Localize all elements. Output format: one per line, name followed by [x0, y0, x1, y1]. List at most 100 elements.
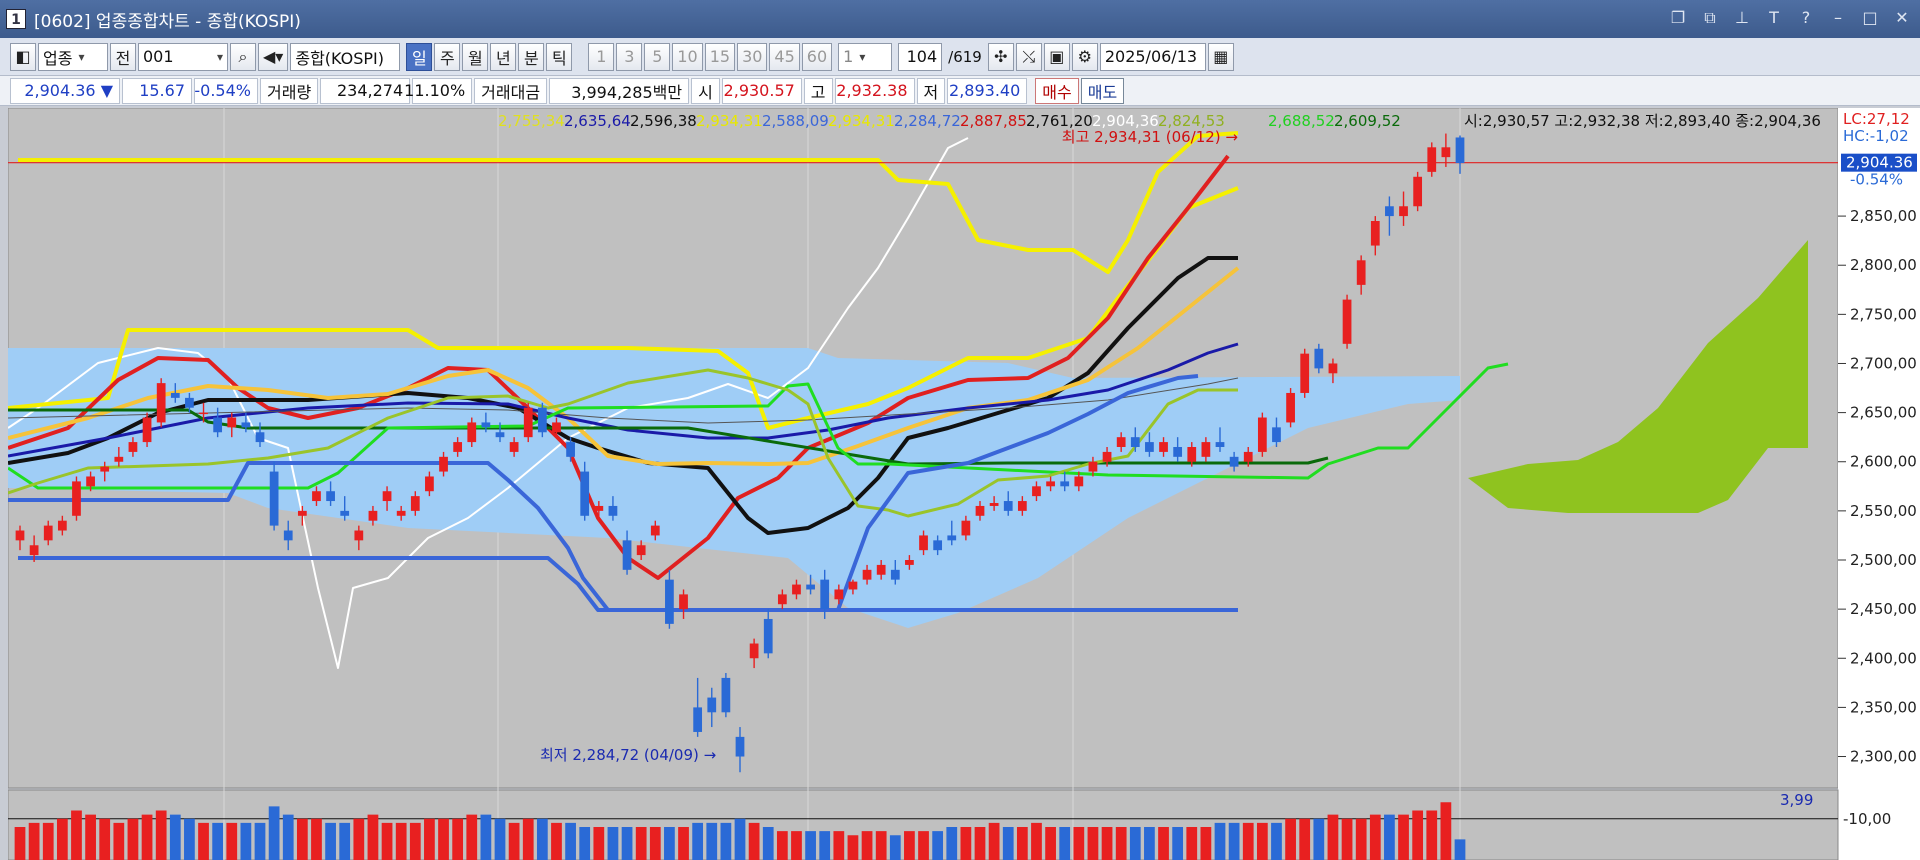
- volume-bar-7: [113, 822, 125, 860]
- layout-icon[interactable]: ◧: [10, 42, 36, 71]
- pin-icon[interactable]: ⊥: [1732, 8, 1752, 28]
- settings-icon[interactable]: ⚙: [1071, 42, 1098, 71]
- volume-bar-35: [508, 822, 520, 860]
- legend-value-5: 2,934,31: [828, 112, 895, 130]
- volume-bar-67: [960, 827, 972, 860]
- period-tab-4[interactable]: 분: [518, 42, 545, 71]
- volume-bar-44: [635, 827, 647, 860]
- volume-bar-1: [28, 822, 40, 860]
- volume-bar-49: [706, 822, 718, 860]
- candle-body-77: [1102, 451, 1112, 462]
- volume-bar-58: [833, 831, 845, 860]
- candle-body-48: [693, 707, 703, 732]
- candle-body-62: [890, 569, 900, 580]
- prev-button[interactable]: 전: [110, 42, 136, 71]
- candle-body-88: [1257, 417, 1267, 452]
- volume-bar-50: [720, 822, 732, 860]
- volume-bar-32: [466, 814, 478, 860]
- legend-value-11: 2,688,52: [1268, 112, 1335, 130]
- volume-bar-65: [932, 831, 944, 860]
- minimize-icon[interactable]: –: [1828, 8, 1848, 28]
- volume-bar-45: [649, 827, 661, 860]
- period-tab-2[interactable]: 월: [462, 42, 489, 71]
- candle-body-85: [1215, 442, 1225, 447]
- volume-bar-6: [99, 818, 111, 860]
- legend-value-6: 2,284,72: [894, 112, 961, 130]
- save-icon[interactable]: ▣: [1043, 42, 1070, 71]
- volume-bar-40: [579, 827, 591, 860]
- volume-bar-54: [776, 831, 788, 860]
- volume-bar-53: [762, 827, 774, 860]
- candle-body-0: [15, 530, 25, 541]
- crosshair-icon[interactable]: ✣: [987, 42, 1014, 71]
- restore-icon[interactable]: ❐: [1668, 8, 1688, 28]
- candle-body-45: [650, 525, 660, 536]
- ytick-label-5: 2,550,00: [1850, 502, 1917, 520]
- volume-tick-label: -10,00: [1843, 810, 1891, 828]
- date-input[interactable]: 2025/06/13: [1099, 42, 1206, 71]
- period-tab-1[interactable]: 주: [434, 42, 461, 71]
- candle-body-99: [1413, 176, 1423, 207]
- candle-body-102: [1455, 137, 1465, 164]
- interval-button-0[interactable]: 1: [588, 42, 615, 71]
- price-chart[interactable]: 2,300,00 2,350,00 2,400,00 2,450,00 2,500,00…: [8, 108, 1920, 860]
- volume-bar-95: [1355, 818, 1367, 860]
- volume-bar-5: [85, 814, 96, 860]
- interval-button-4[interactable]: 15: [704, 42, 736, 71]
- candle-body-11: [170, 392, 180, 398]
- maximize-icon[interactable]: □: [1860, 8, 1880, 28]
- count-select[interactable]: 1: [838, 42, 893, 71]
- speaker-icon[interactable]: ◀▾: [258, 42, 289, 71]
- candle-body-17: [255, 432, 265, 443]
- interval-button-7[interactable]: 60: [801, 42, 833, 71]
- buy-button[interactable]: 매수: [1035, 77, 1079, 104]
- volume-bar-85: [1214, 822, 1226, 860]
- volume-bar-12: [184, 818, 195, 860]
- interval-button-2[interactable]: 5: [644, 42, 671, 71]
- period-tab-0[interactable]: 일: [406, 42, 433, 71]
- search-icon[interactable]: ⌕: [230, 42, 256, 71]
- candle-body-5: [86, 476, 95, 487]
- volume-bar-83: [1186, 827, 1198, 860]
- volume-bar-56: [805, 831, 816, 860]
- volume-bar-68: [974, 827, 986, 860]
- volume-bar-80: [1144, 827, 1155, 860]
- candle-body-58: [834, 589, 844, 600]
- volume-bar-94: [1341, 818, 1353, 860]
- sell-button[interactable]: 매도: [1080, 77, 1125, 104]
- volume-bar-81: [1158, 827, 1169, 860]
- category-select[interactable]: 업종: [38, 42, 108, 71]
- candle-body-52: [749, 643, 759, 659]
- period-tab-3[interactable]: 년: [490, 42, 517, 71]
- trend-icon[interactable]: ⤯: [1015, 42, 1042, 71]
- interval-button-3[interactable]: 10: [672, 42, 703, 71]
- candle-body-69: [989, 503, 999, 506]
- candle-body-23: [340, 510, 350, 516]
- copy-icon[interactable]: ⧉: [1700, 8, 1720, 28]
- text-icon[interactable]: T: [1764, 8, 1784, 28]
- volume-bar-46: [664, 827, 675, 860]
- ytick-label-6: 2,600,00: [1850, 453, 1917, 471]
- candle-body-16: [241, 422, 251, 428]
- candle-body-94: [1342, 299, 1352, 344]
- help-icon[interactable]: ?: [1796, 8, 1816, 28]
- period-tab-5[interactable]: 틱: [546, 42, 573, 71]
- interval-button-1[interactable]: 3: [616, 42, 643, 71]
- candle-body-100: [1427, 147, 1437, 172]
- code-input[interactable]: 001: [138, 42, 228, 71]
- volume-bar-69: [988, 822, 1000, 860]
- page-input[interactable]: 104: [898, 42, 943, 71]
- candle-body-46: [665, 579, 674, 624]
- legend-value-0: 2,755,34: [498, 112, 565, 130]
- high-value: 2,932.38: [834, 77, 915, 104]
- candle-body-14: [213, 417, 223, 433]
- interval-button-6[interactable]: 45: [769, 42, 800, 71]
- chart-area[interactable]: 2,300,00 2,350,00 2,400,00 2,450,00 2,500,00…: [8, 108, 1920, 860]
- close-icon[interactable]: ✕: [1892, 8, 1912, 28]
- volume-bar-102: [1454, 839, 1466, 860]
- interval-button-5[interactable]: 30: [737, 42, 768, 71]
- candle-body-47: [679, 594, 688, 610]
- candle-body-7: [114, 456, 124, 462]
- window-title: [0602] 업종종합차트 - 종합(KOSPI): [34, 11, 301, 32]
- calendar-icon[interactable]: ▦: [1207, 42, 1234, 71]
